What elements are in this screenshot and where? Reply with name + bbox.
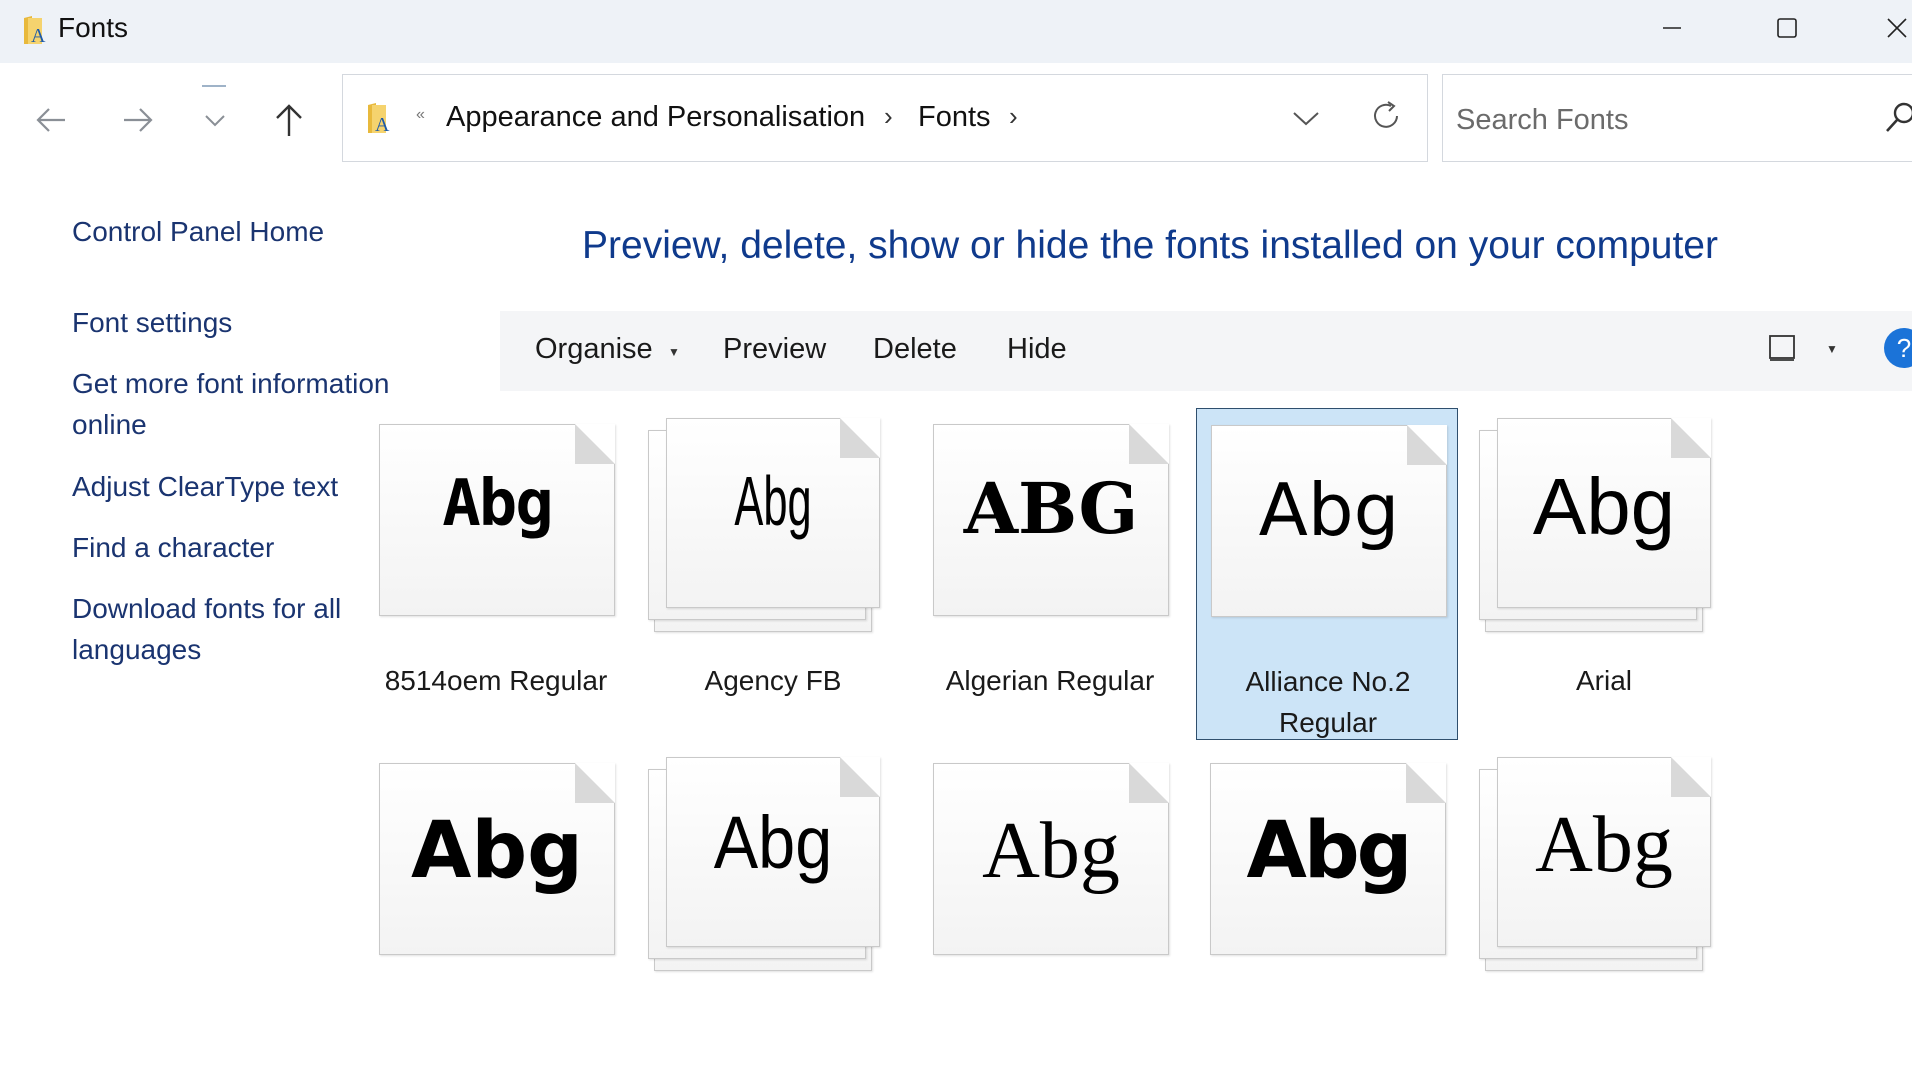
delete-button[interactable]: Delete: [873, 333, 957, 366]
title-bar: [0, 0, 1912, 63]
font-preview-page: Abg: [379, 424, 615, 616]
font-tile[interactable]: Abg: [1196, 747, 1458, 1079]
font-tile[interactable]: Abg: [1473, 747, 1735, 1079]
close-icon: [1887, 18, 1907, 38]
font-tile[interactable]: Abg Agency FB: [642, 408, 904, 740]
font-sample-text: ABG: [963, 467, 1139, 550]
font-name-label: Alliance No.2 Regular: [1245, 666, 1411, 738]
font-tile[interactable]: Abg Alliance No.2 Regular: [1196, 408, 1458, 740]
font-sample-text: Abg: [1535, 801, 1673, 889]
command-bar: [500, 311, 1912, 391]
maximize-icon: [1777, 18, 1797, 38]
page-heading: Preview, delete, show or hide the fonts …: [582, 224, 1718, 267]
fonts-folder-icon: A: [24, 16, 46, 46]
minimize-button[interactable]: [1637, 0, 1707, 56]
recent-locations-button[interactable]: [190, 90, 240, 150]
font-preview-page: ABG: [933, 424, 1169, 616]
font-sample-text: Abg: [410, 806, 584, 896]
sidebar-link-control-panel-home[interactable]: Control Panel Home: [72, 211, 432, 252]
forward-button[interactable]: [113, 90, 163, 150]
font-preview-page: Abg: [1497, 757, 1711, 947]
font-name-label: 8514oem Regular: [384, 665, 608, 696]
arrow-left-icon: [36, 108, 65, 132]
font-tile[interactable]: Abg: [365, 747, 627, 1079]
font-sample-text: Abg: [734, 462, 812, 540]
arrow-up-icon: [276, 104, 302, 136]
font-tile[interactable]: ABG Algerian Regular: [919, 408, 1181, 740]
sidebar-link-font-settings[interactable]: Font settings: [72, 302, 432, 343]
font-preview-page: Abg: [1497, 418, 1711, 608]
font-preview-page: Abg: [933, 763, 1169, 955]
font-sample-text: Abg: [1246, 806, 1412, 896]
font-sample-text: Abg: [1258, 468, 1400, 552]
refresh-icon: [1374, 101, 1398, 128]
recent-locations-marker: [202, 85, 226, 87]
caret-down-icon[interactable]: ▼: [1826, 342, 1838, 356]
chevron-down-icon: [205, 115, 225, 127]
font-preview-page: Abg: [1211, 425, 1447, 617]
view-pane-icon: [1769, 335, 1795, 361]
svg-text:A: A: [375, 114, 390, 135]
maximize-button[interactable]: [1752, 0, 1822, 56]
font-name-label: Algerian Regular: [945, 665, 1155, 696]
back-button[interactable]: [26, 90, 76, 150]
font-name-label: Agency FB: [704, 665, 842, 696]
arrow-right-icon: [124, 108, 153, 132]
breadcrumb-overflow[interactable]: «: [416, 106, 425, 124]
fonts-folder-icon: A: [368, 103, 390, 135]
breadcrumb-appearance[interactable]: Appearance and Personalisation: [446, 101, 865, 134]
font-sample-text: Abg: [1532, 462, 1676, 551]
refresh-button[interactable]: [1366, 94, 1406, 138]
breadcrumb-separator[interactable]: ›: [1009, 101, 1018, 132]
organise-button[interactable]: Organise: [535, 333, 653, 366]
hide-button[interactable]: Hide: [1007, 333, 1067, 366]
caret-down-icon[interactable]: ▼: [668, 345, 680, 359]
address-history-button[interactable]: [1286, 98, 1326, 138]
font-name-label: Arial: [1575, 665, 1632, 696]
font-tile[interactable]: Abg Arial: [1473, 408, 1735, 740]
font-sample-text: Abg: [982, 807, 1120, 895]
breadcrumb-fonts[interactable]: Fonts: [918, 101, 991, 134]
font-sample-text: Abg: [713, 801, 833, 884]
breadcrumb-separator[interactable]: ›: [884, 101, 893, 132]
preview-button[interactable]: Preview: [723, 333, 826, 366]
font-tile[interactable]: Abg: [919, 747, 1181, 1079]
search-icon[interactable]: [1884, 100, 1912, 136]
font-preview-page: Abg: [666, 757, 880, 947]
font-preview-page: Abg: [379, 763, 615, 955]
close-button[interactable]: [1862, 0, 1912, 56]
font-preview-page: Abg: [1210, 763, 1446, 955]
chevron-down-icon: [1293, 112, 1319, 126]
font-tile[interactable]: Abg: [642, 747, 904, 1079]
font-preview-page: Abg: [666, 418, 880, 608]
font-tile[interactable]: Abg 8514oem Regular: [365, 408, 627, 740]
minimize-icon: [1663, 27, 1681, 29]
search-input[interactable]: [1456, 100, 1876, 140]
window-title: Fonts: [58, 12, 129, 43]
font-sample-text: Abg: [442, 467, 554, 541]
svg-text:A: A: [31, 25, 46, 46]
change-view-button[interactable]: [1764, 330, 1800, 366]
up-button[interactable]: [264, 90, 314, 150]
